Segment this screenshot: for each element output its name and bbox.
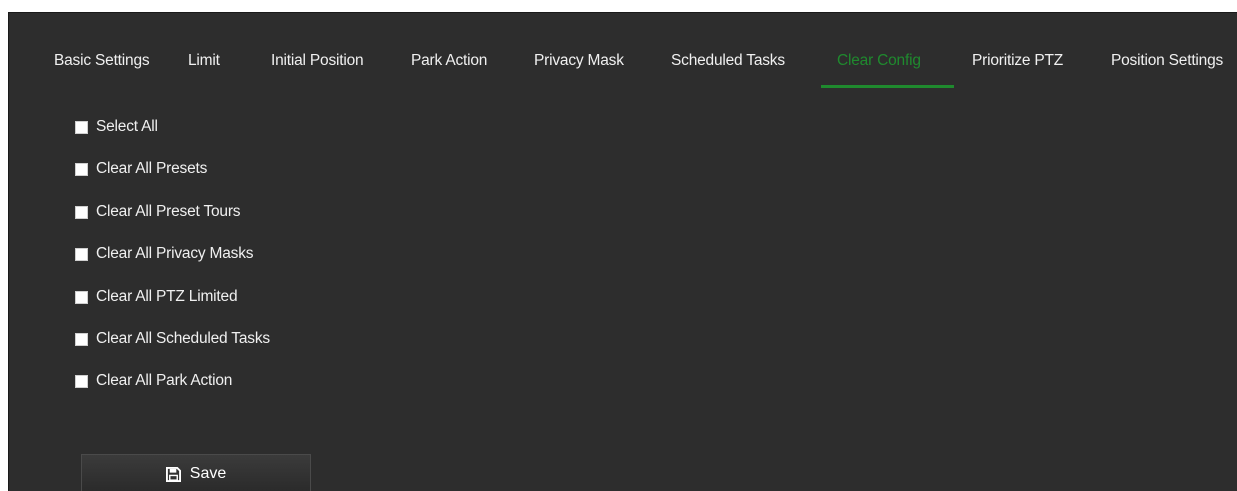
tab-prioritize-ptz[interactable]: Prioritize PTZ — [972, 52, 1063, 70]
clear-all-presets-checkbox[interactable] — [75, 162, 88, 176]
tab-basic-settings[interactable]: Basic Settings — [54, 52, 150, 70]
option-clear-all-privacy-masks[interactable]: Clear All Privacy Masks — [75, 244, 254, 264]
clear-all-preset-tours-checkbox[interactable] — [75, 205, 88, 219]
option-clear-all-ptz-limited[interactable]: Clear All PTZ Limited — [75, 287, 238, 307]
option-select-all[interactable]: Select All — [75, 117, 158, 137]
save-button[interactable]: Save — [81, 454, 311, 491]
option-clear-all-park-action[interactable]: Clear All Park Action — [75, 371, 232, 391]
clear-all-park-action-checkbox[interactable] — [75, 374, 88, 388]
clear-all-scheduled-tasks-checkbox[interactable] — [75, 332, 88, 346]
tab-bar: Basic Settings Limit Initial Position Pa… — [9, 13, 1237, 89]
tab-park-action[interactable]: Park Action — [411, 52, 487, 70]
option-label: Clear All Preset Tours — [96, 203, 241, 220]
tab-initial-position[interactable]: Initial Position — [271, 52, 364, 70]
option-clear-all-preset-tours[interactable]: Clear All Preset Tours — [75, 202, 241, 222]
save-label: Save — [189, 465, 227, 482]
option-label: Clear All Privacy Masks — [96, 245, 254, 262]
option-label: Select All — [96, 118, 158, 135]
select-all-checkbox[interactable] — [75, 120, 88, 134]
active-tab-indicator — [821, 85, 954, 88]
option-clear-all-scheduled-tasks[interactable]: Clear All Scheduled Tasks — [75, 329, 270, 349]
tab-clear-config[interactable]: Clear Config — [837, 52, 921, 70]
option-label: Clear All Park Action — [96, 372, 233, 389]
option-clear-all-presets[interactable]: Clear All Presets — [75, 159, 207, 179]
option-label: Clear All PTZ Limited — [96, 288, 238, 305]
option-label: Clear All Scheduled Tasks — [96, 330, 270, 347]
ptz-config-panel: Basic Settings Limit Initial Position Pa… — [8, 12, 1237, 491]
floppy-disk-icon — [165, 466, 181, 482]
tab-limit[interactable]: Limit — [188, 52, 220, 70]
clear-all-privacy-masks-checkbox[interactable] — [75, 247, 88, 261]
tab-privacy-mask[interactable]: Privacy Mask — [534, 52, 624, 70]
tab-scheduled-tasks[interactable]: Scheduled Tasks — [671, 52, 785, 70]
option-label: Clear All Presets — [96, 160, 208, 177]
tab-position-settings[interactable]: Position Settings — [1111, 52, 1223, 70]
clear-all-ptz-limited-checkbox[interactable] — [75, 290, 88, 304]
